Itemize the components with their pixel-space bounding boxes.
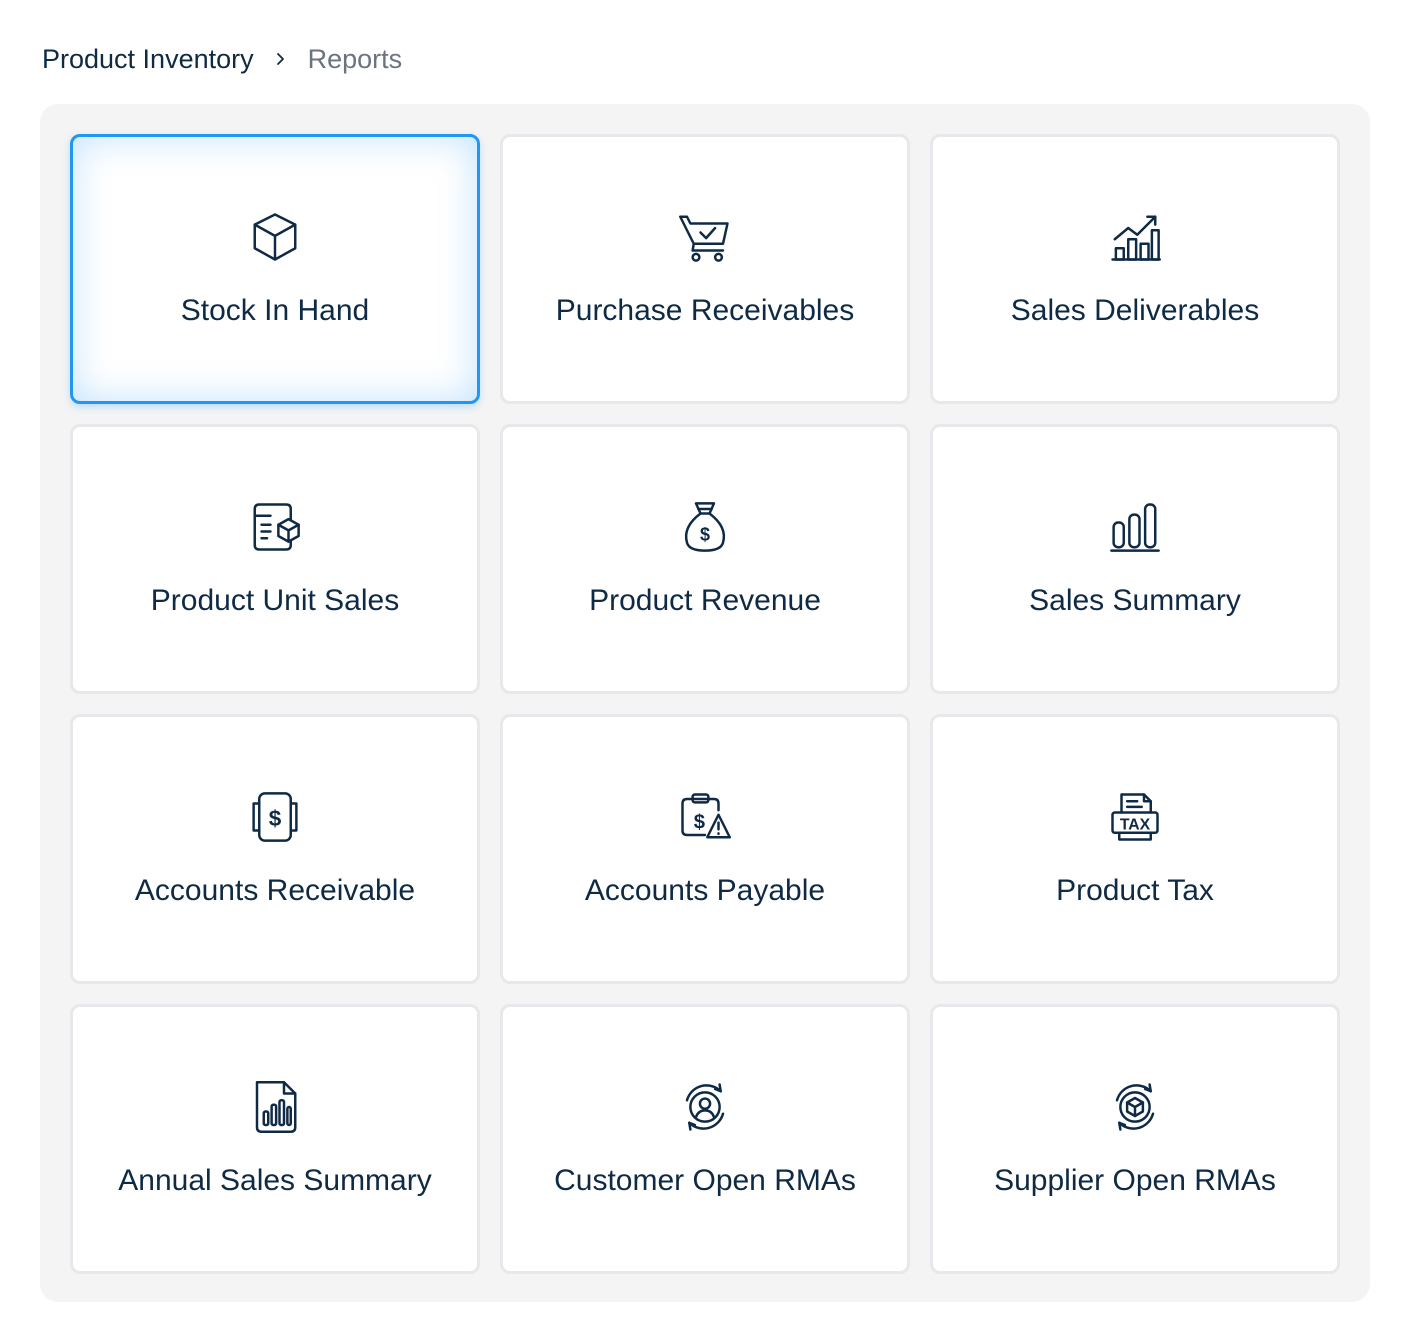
svg-text:TAX: TAX: [1120, 816, 1151, 833]
chevron-right-icon: [272, 50, 290, 68]
card-label: Customer Open RMAs: [554, 1164, 856, 1197]
card-label: Annual Sales Summary: [118, 1164, 432, 1197]
card-label: Accounts Payable: [584, 874, 826, 907]
card-label: Product Unit Sales: [150, 584, 400, 617]
report-card-accounts-payable[interactable]: $ Accounts Payable: [500, 714, 910, 984]
report-card-sales-deliverables[interactable]: Sales Deliverables: [930, 134, 1340, 404]
report-card-product-tax[interactable]: TAX Product Tax: [930, 714, 1340, 984]
report-card-stock-in-hand[interactable]: Stock In Hand: [70, 134, 480, 404]
card-label: Purchase Receivables: [555, 294, 855, 327]
box-icon: [248, 210, 302, 264]
report-card-annual-sales-summary[interactable]: Annual Sales Summary: [70, 1004, 480, 1274]
product-card-icon: [248, 500, 302, 554]
report-card-product-revenue[interactable]: $ Product Revenue: [500, 424, 910, 694]
svg-text:$: $: [269, 806, 282, 831]
report-card-purchase-receivables[interactable]: Purchase Receivables: [500, 134, 910, 404]
dollar-warning-icon: $: [678, 790, 732, 844]
reports-panel: Stock In Hand Purchase Receivables Sales…: [40, 104, 1370, 1302]
card-label: Stock In Hand: [180, 294, 370, 327]
report-card-supplier-open-rmas[interactable]: Supplier Open RMAs: [930, 1004, 1340, 1274]
reports-grid: Stock In Hand Purchase Receivables Sales…: [70, 134, 1340, 1274]
chart-growth-icon: [1108, 210, 1162, 264]
card-label: Accounts Receivable: [134, 874, 416, 907]
svg-text:$: $: [700, 525, 710, 545]
bar-chart-icon: [1108, 500, 1162, 554]
report-card-sales-summary[interactable]: Sales Summary: [930, 424, 1340, 694]
card-label: Sales Deliverables: [1010, 294, 1260, 327]
breadcrumb-reports: Reports: [307, 43, 403, 74]
svg-text:$: $: [694, 811, 705, 833]
card-label: Supplier Open RMAs: [994, 1164, 1276, 1197]
card-label: Product Revenue: [589, 584, 821, 617]
report-chart-icon: [248, 1080, 302, 1134]
money-bag-icon: $: [678, 500, 732, 554]
report-card-customer-open-rmas[interactable]: Customer Open RMAs: [500, 1004, 910, 1274]
card-label: Product Tax: [1056, 874, 1214, 907]
dollar-receipt-icon: $: [248, 790, 302, 844]
report-card-product-unit-sales[interactable]: Product Unit Sales: [70, 424, 480, 694]
report-card-accounts-receivable[interactable]: $ Accounts Receivable: [70, 714, 480, 984]
card-label: Sales Summary: [1029, 584, 1241, 617]
tax-document-icon: TAX: [1108, 790, 1162, 844]
customer-return-icon: [678, 1080, 732, 1134]
breadcrumb-product-inventory[interactable]: Product Inventory: [42, 44, 254, 75]
supplier-return-icon: [1108, 1080, 1162, 1134]
breadcrumb: Product Inventory Reports: [42, 40, 402, 78]
cart-check-icon: [678, 210, 732, 264]
